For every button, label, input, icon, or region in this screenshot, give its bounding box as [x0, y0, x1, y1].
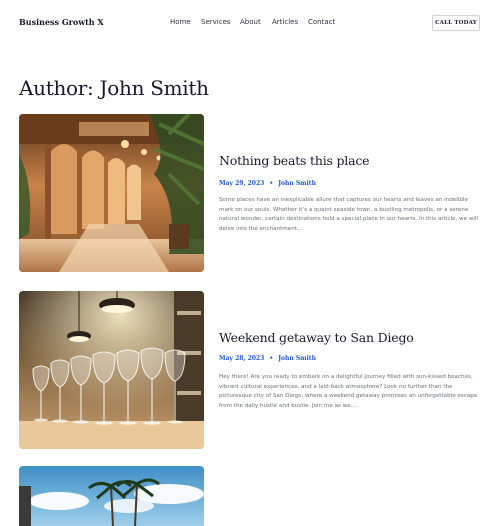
meta-separator: • — [269, 355, 274, 362]
nav-contact[interactable]: Contact — [308, 18, 335, 26]
post-thumbnail-hotel-lobby[interactable] — [19, 114, 204, 272]
post-date: May 29, 2023 — [219, 180, 265, 187]
post-meta: May 28, 2023 • John Smith — [219, 355, 316, 362]
post-author-link[interactable]: John Smith — [278, 355, 316, 362]
post-date: May 28, 2023 — [219, 355, 265, 362]
post-body: Weekend getaway to San Diego May 28, 202… — [219, 291, 481, 449]
site-logo[interactable]: Business Growth X — [19, 17, 104, 27]
post-meta: May 29, 2023 • John Smith — [219, 180, 316, 187]
nav-home[interactable]: Home — [170, 18, 191, 26]
nav-about[interactable]: About — [240, 18, 261, 26]
post-excerpt: Hey there! Are you ready to embark on a … — [219, 374, 478, 409]
call-today-button[interactable]: CALL TODAY — [432, 15, 480, 31]
page-title: Author: John Smith — [19, 76, 209, 100]
post-excerpt: Some places have an inexplicable allure … — [219, 197, 479, 232]
post-title[interactable]: Weekend getaway to San Diego — [219, 330, 414, 345]
post-thumbnail-wine-glasses[interactable] — [19, 291, 204, 449]
post-title[interactable]: Nothing beats this place — [219, 153, 370, 168]
post-card: Nothing beats this place May 29, 2023 • Jo… — [19, 114, 481, 272]
meta-separator: • — [269, 180, 274, 187]
post-author-link[interactable]: John Smith — [278, 180, 316, 187]
post-card: Weekend getaway to San Diego May 28, 202… — [19, 291, 481, 449]
nav-articles[interactable]: Articles — [272, 18, 298, 26]
post-card — [19, 466, 481, 526]
post-body: Nothing beats this place May 29, 2023 • Jo… — [219, 114, 481, 272]
nav-services[interactable]: Services — [201, 18, 231, 26]
post-thumbnail-beach-palms[interactable] — [19, 466, 204, 526]
site-header: Business Growth X Home Services About Ar… — [0, 0, 500, 46]
